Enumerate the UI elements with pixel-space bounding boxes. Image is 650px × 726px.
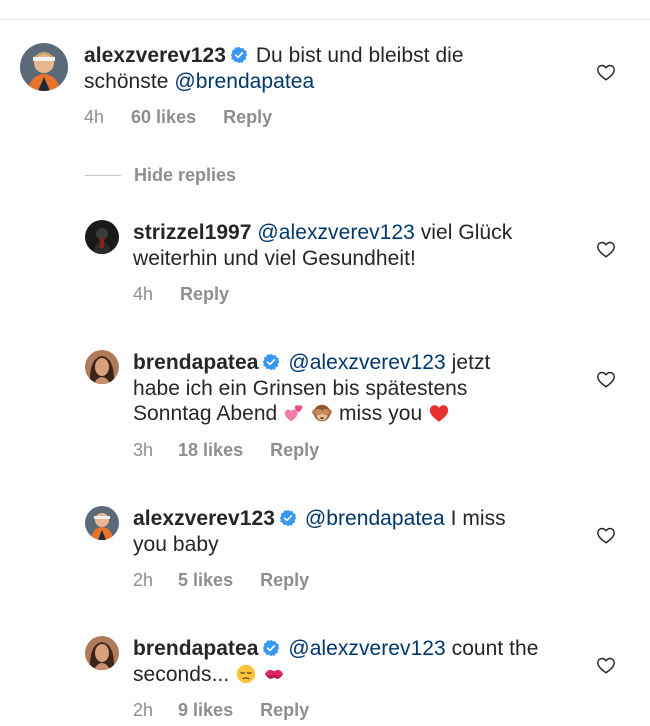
avatar-strizzel1997[interactable] xyxy=(85,220,119,254)
mention-link[interactable]: @alexzverev123 xyxy=(257,221,414,244)
mention-link[interactable]: @alexzverev123 xyxy=(288,351,445,374)
comment-username[interactable]: alexzverev123 xyxy=(84,44,226,67)
reply-time: 2h xyxy=(133,570,154,590)
heart-outline-icon[interactable] xyxy=(596,656,616,674)
reply-meta: 2h 5 likes Reply xyxy=(133,570,309,591)
reply-text: alexzverev123 @brendapatea I miss you ba… xyxy=(133,506,573,557)
reply-meta: 4h Reply xyxy=(133,284,229,305)
mention-link[interactable]: @brendapatea xyxy=(174,70,314,93)
reply-body-line2: habe ich ein Grinsen bis spätestens xyxy=(133,376,468,400)
reply-text: brendapatea @alexzverev123 count the sec… xyxy=(133,636,573,687)
comment-time: 4h xyxy=(84,107,105,127)
reply-meta: 3h 18 likes Reply xyxy=(133,440,319,461)
comment-body-line1: Du bist und bleibst die xyxy=(255,44,464,67)
two-hearts-emoji xyxy=(283,402,305,424)
mention-link[interactable]: @alexzverev123 xyxy=(288,637,445,660)
reply-text: strizzel1997 @alexzverev123 viel Glück w… xyxy=(133,220,573,271)
reply-text: brendapatea @alexzverev123 jetzt habe ic… xyxy=(133,350,573,427)
reply-body-line2: seconds... xyxy=(133,662,236,686)
heart-outline-icon[interactable] xyxy=(596,526,616,544)
comment-likes[interactable]: 60 likes xyxy=(131,107,196,128)
reply-body-line2: you baby xyxy=(133,532,219,556)
pensive-face-emoji xyxy=(235,663,257,685)
reply-body-line3-post: miss you xyxy=(333,402,429,425)
reply-body-line1: count the xyxy=(445,637,539,660)
avatar-alexzverev123[interactable] xyxy=(20,43,68,91)
top-divider xyxy=(0,19,650,20)
comment-meta: 4h 60 likes Reply xyxy=(84,107,272,128)
reply-username[interactable]: alexzverev123 xyxy=(133,507,275,530)
heart-outline-icon[interactable] xyxy=(596,370,616,388)
verified-badge-icon xyxy=(230,45,248,64)
avatar-alexzverev123[interactable] xyxy=(85,506,119,540)
verified-badge-icon xyxy=(262,352,280,371)
kiss-mark-emoji xyxy=(263,663,285,685)
see-no-evil-monkey-emoji xyxy=(311,402,333,424)
reply-username[interactable]: brendapatea xyxy=(133,351,258,374)
avatar-brendapatea[interactable] xyxy=(85,636,119,670)
reply-body-line2: weiterhin und viel Gesundheit! xyxy=(133,246,416,270)
heart-outline-icon[interactable] xyxy=(596,63,616,81)
reply-time: 3h xyxy=(133,440,154,460)
reply-time: 2h xyxy=(133,700,154,720)
reply-body-line3-pre: Sonntag Abend xyxy=(133,402,284,425)
hide-replies-toggle[interactable]: Hide replies xyxy=(85,163,236,187)
reply-username[interactable]: strizzel1997 xyxy=(133,221,252,244)
verified-badge-icon xyxy=(279,508,297,527)
comment-body-line2: schönste xyxy=(84,69,175,93)
reply-button[interactable]: Reply xyxy=(260,570,309,591)
reply-likes[interactable]: 18 likes xyxy=(178,440,243,461)
reply-time: 4h xyxy=(133,284,154,304)
reply-body-line1: viel Glück xyxy=(414,221,513,244)
hide-replies-label: Hide replies xyxy=(134,164,237,185)
heart-outline-icon[interactable] xyxy=(596,240,616,258)
red-heart-emoji xyxy=(428,402,450,424)
mention-link[interactable]: @brendapatea xyxy=(305,507,445,530)
reply-button[interactable]: Reply xyxy=(180,284,229,305)
reply-meta: 2h 9 likes Reply xyxy=(133,700,309,721)
reply-likes[interactable]: 9 likes xyxy=(178,700,233,721)
reply-body-line1: jetzt xyxy=(445,351,491,374)
reply-button[interactable]: Reply xyxy=(223,107,272,128)
hide-replies-line xyxy=(85,174,121,176)
reply-button[interactable]: Reply xyxy=(260,700,309,721)
reply-likes[interactable]: 5 likes xyxy=(178,570,233,591)
reply-button[interactable]: Reply xyxy=(270,440,319,461)
verified-badge-icon xyxy=(262,638,280,657)
comment-text: alexzverev123 Du bist und bleibst die sc… xyxy=(84,43,564,94)
avatar-brendapatea[interactable] xyxy=(85,350,119,384)
reply-body-line1: I miss xyxy=(444,507,506,530)
reply-username[interactable]: brendapatea xyxy=(133,637,258,660)
